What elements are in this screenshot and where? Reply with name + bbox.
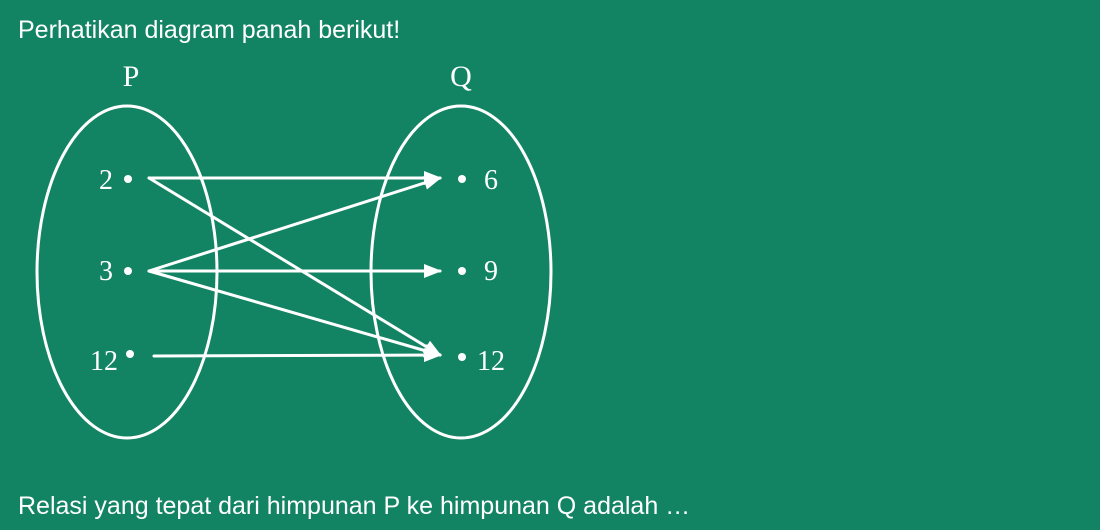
set-p-point-1 xyxy=(124,267,132,275)
set-p-label: P xyxy=(123,60,140,93)
set-q-element-2: 12 xyxy=(477,346,505,377)
arrow-12-to-12 xyxy=(152,348,442,363)
arrow-3-to-6 xyxy=(147,176,442,273)
set-q-point-0 xyxy=(458,175,466,183)
set-p-element-2: 12 xyxy=(90,346,118,377)
set-q-point-1 xyxy=(458,267,466,275)
set-q-element-1: 9 xyxy=(484,256,498,287)
arrow-diagram: P Q 2 3 12 6 9 12 xyxy=(35,60,553,440)
arrow-3-to-12 xyxy=(147,269,442,358)
arrow-2-to-12 xyxy=(147,176,442,357)
question-text: Relasi yang tepat dari himpunan P ke him… xyxy=(18,492,691,520)
set-q-point-2 xyxy=(458,353,466,361)
set-p-point-0 xyxy=(124,175,132,183)
set-p-point-2 xyxy=(126,350,134,358)
set-p-element-0: 2 xyxy=(99,165,113,196)
set-q-element-0: 6 xyxy=(484,165,498,196)
set-p-element-1: 3 xyxy=(99,256,113,287)
set-q-label: Q xyxy=(450,60,472,93)
